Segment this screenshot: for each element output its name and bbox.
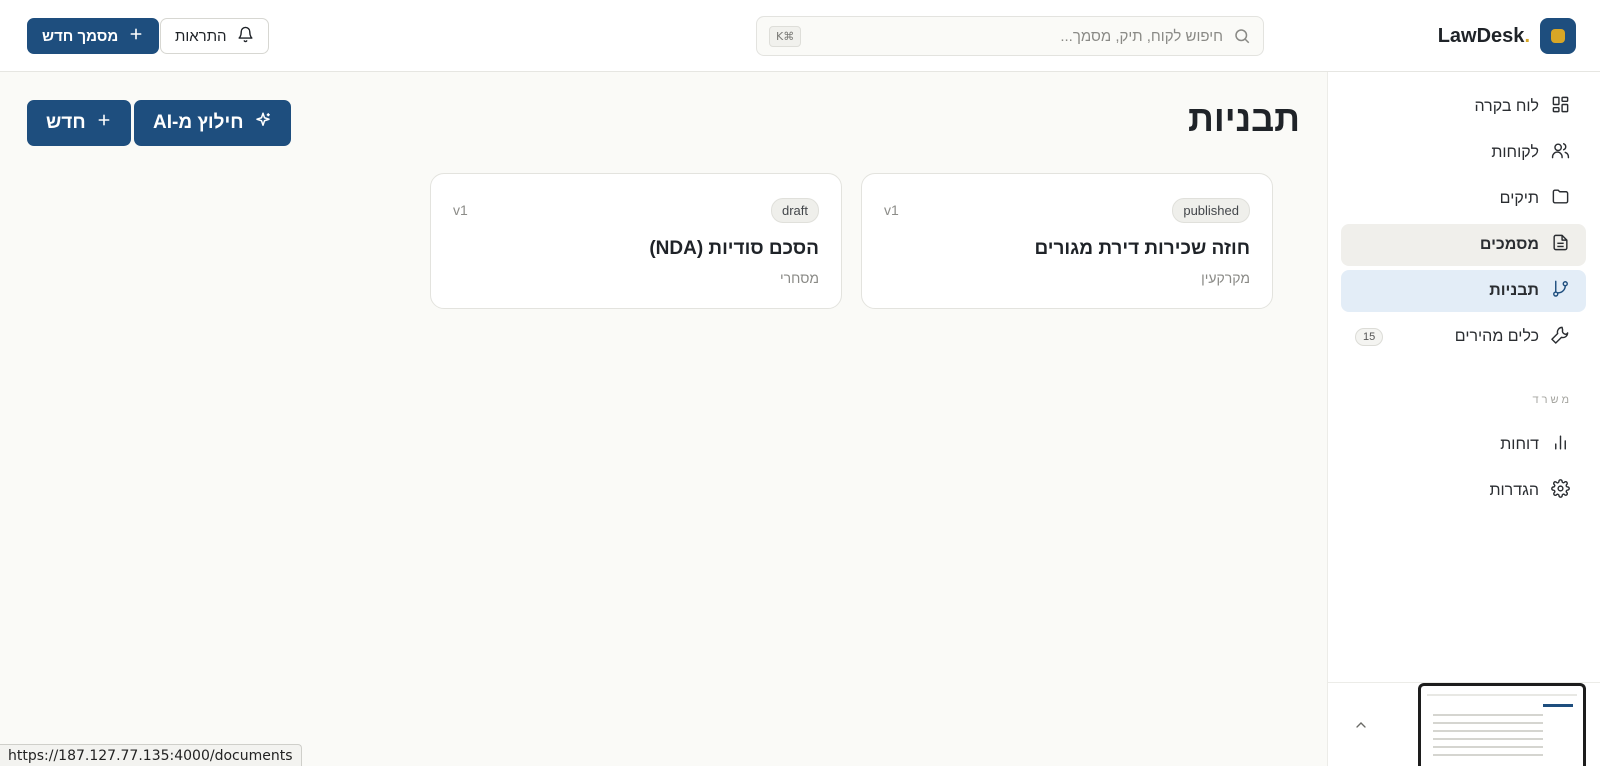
brand-logo-icon [1540,18,1576,54]
sidebar-item-label: דוחות [1500,436,1539,453]
document-icon [1551,233,1570,257]
notifications-button[interactable]: התראות [160,18,269,54]
search-icon [1233,27,1251,45]
template-card[interactable]: published v1 חוזה שכירות דירת מגורים מקר… [861,173,1273,309]
git-branch-icon [1551,279,1570,303]
plus-icon [96,112,112,134]
status-badge: draft [770,198,819,223]
sidebar-item-templates[interactable]: תבניות [1341,270,1586,312]
global-search[interactable]: K⌘ [756,16,1264,56]
template-title: הסכם סודיות (NDA) [649,238,819,259]
sidebar-section-label: משרד [1532,394,1572,406]
dashboard-icon [1551,95,1570,119]
new-document-label: מסמך חדש [42,27,119,45]
sidebar-item-label: מסמכים [1479,236,1539,253]
bell-icon [237,26,254,47]
link-preview-url: https://187.127.77.135:4000/documents [0,744,302,766]
template-card[interactable]: draft v1 הסכם סודיות (NDA) מסחרי [430,173,842,309]
sidebar-footer [1327,682,1600,766]
version-label: v1 [453,202,468,218]
top-bar: LawDesk. K⌘ התראות מסמך חדש [0,0,1600,72]
search-input[interactable] [811,27,1223,45]
sidebar-item-cases[interactable]: תיקים [1341,178,1586,220]
template-category: מקרקעין [1201,270,1250,286]
template-title: חוזה שכירות דירת מגורים [1034,238,1250,259]
template-category: מסחרי [780,270,819,286]
sidebar-item-reports[interactable]: דוחות [1341,424,1586,466]
sidebar-item-label: כלים מהירים [1454,328,1539,345]
chevron-up-icon[interactable] [1353,717,1369,738]
wrench-icon [1551,325,1570,349]
plus-icon [128,26,144,46]
page-title: תבניות [1188,98,1300,139]
notifications-label: התראות [175,27,227,45]
folder-icon [1551,187,1570,211]
new-template-label: חדש [46,112,86,133]
gear-icon [1551,479,1570,503]
new-document-button[interactable]: מסמך חדש [27,18,160,54]
ai-extract-label: חילוץ מ-AI [153,112,244,133]
sidebar-item-label: תבניות [1489,282,1539,299]
sidebar-item-quick-tools[interactable]: כלים מהירים 15 [1341,316,1586,358]
brand[interactable]: LawDesk. [1438,18,1576,54]
sidebar: לוח בקרה לקוחות תיקים מסמכים תבניות כלים… [1327,72,1600,766]
sidebar-item-label: תיקים [1499,190,1539,207]
brand-name: LawDesk. [1437,24,1530,47]
sparkle-icon [254,111,272,135]
sidebar-item-label: לקוחות [1491,144,1539,161]
quick-tools-count-badge: 15 [1355,328,1384,346]
ai-extract-button[interactable]: חילוץ מ-AI [134,100,291,146]
bar-chart-icon [1551,433,1570,457]
new-template-button[interactable]: חדש [27,100,131,146]
version-label: v1 [884,202,899,218]
users-icon [1551,141,1570,165]
sidebar-item-label: הגדרות [1489,482,1539,499]
search-shortcut-hint: K⌘ [769,25,802,47]
sidebar-item-settings[interactable]: הגדרות [1341,470,1586,512]
sidebar-item-dashboard[interactable]: לוח בקרה [1341,86,1586,128]
page-preview-thumbnail[interactable] [1418,683,1586,766]
status-badge: published [1172,198,1250,223]
sidebar-item-clients[interactable]: לקוחות [1341,132,1586,174]
sidebar-item-documents[interactable]: מסמכים [1341,224,1586,266]
sidebar-item-label: לוח בקרה [1474,98,1539,115]
